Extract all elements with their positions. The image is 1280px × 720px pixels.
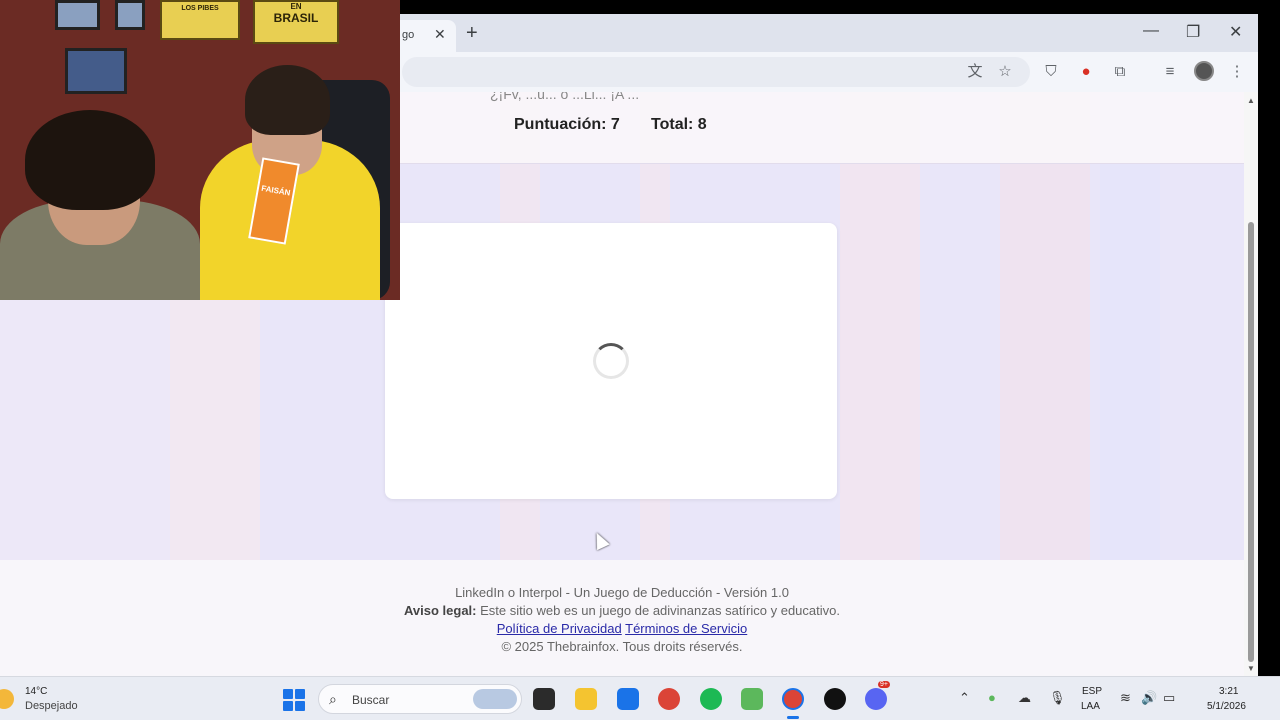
footer-links: Política de Privacidad Términos de Servi… [0,622,1244,635]
taskbar-search[interactable]: ⌕ Buscar [318,684,522,714]
weather-description[interactable]: Despejado [25,700,78,712]
scroll-thumb[interactable] [1248,222,1254,662]
page-scrollbar[interactable]: ▲ ▼ [1244,92,1258,676]
loading-spinner-icon [593,343,629,379]
file-explorer-icon[interactable] [575,688,597,710]
wall-picture [55,0,100,30]
active-tab[interactable]: go ✕ [392,20,456,52]
tab-title: go [402,29,415,41]
wall-picture [115,0,145,30]
poster-left-text: LOS PIBES [181,5,219,12]
chevron-up-icon[interactable]: ⌃ [959,690,970,706]
spotify-icon[interactable] [700,688,722,710]
red-extension-icon[interactable]: ● [1076,62,1096,82]
person-left-hair [25,110,155,210]
media-controls-icon[interactable]: ≡ [1160,62,1180,82]
wall-picture [65,48,127,94]
search-placeholder: Buscar [352,693,390,707]
screen: go ✕ + — ❐ ✕ 文 ☆ ⛉ ● ⧉ ≡ ⋮ ¿¡Fv, ...u...… [0,0,1280,720]
new-tab-button[interactable]: + [466,22,478,45]
search-icon: ⌕ [329,691,337,707]
tab-close-icon[interactable]: ✕ [434,26,446,43]
site-footer: LinkedIn o Interpol - Un Juego de Deducc… [0,560,1244,676]
privacy-link[interactable]: Política de Privacidad [497,621,622,636]
active-app-indicator [787,716,799,719]
restore-button[interactable]: ❐ [1186,22,1200,42]
tray-app-icon[interactable]: ● [988,690,996,705]
taskbar: 14°C Despejado ⌕ Buscar 9+ ⌃ ● ☁ 🎙 ESP L… [0,676,1280,720]
scroll-down-icon[interactable]: ▼ [1247,664,1255,673]
wifi-icon[interactable]: ≋ [1120,690,1131,706]
translate-icon[interactable]: 文 [965,62,985,82]
chrome-active-icon[interactable] [782,688,804,710]
onedrive-icon[interactable]: ☁ [1018,690,1031,706]
terms-link[interactable]: Términos de Servicio [625,621,747,636]
webcam-overlay: LOS PIBES EN BRASIL FAISÁN [0,0,400,300]
question-text: ¿¡Fv, ...u... o ...Li... ¡A ... [490,92,640,102]
poster-right: EN BRASIL [253,0,339,44]
windows-start-icon[interactable] [283,689,305,711]
microphone-icon[interactable]: 🎙 [1049,690,1066,706]
legal-text: Este sitio web es un juego de adivinanza… [476,603,840,618]
clock-date[interactable]: 5/1/2026 [1207,701,1246,712]
search-highlight-art [473,689,517,709]
scroll-up-icon[interactable]: ▲ [1247,96,1255,105]
copyright: © 2025 Thebrainfox. Tous droits réservés… [501,639,743,654]
person-right-hair [245,65,330,135]
puzzle-extensions-icon[interactable]: ⧉ [1110,62,1130,82]
shield-extension-icon[interactable]: ⛉ [1041,62,1061,82]
moon-weather-icon[interactable] [0,689,14,709]
outlook-icon[interactable] [617,688,639,710]
close-window-button[interactable]: ✕ [1229,22,1242,42]
profile-avatar[interactable] [1194,61,1214,81]
chrome-icon[interactable] [658,688,680,710]
total-label: Total: 8 [651,116,707,133]
minimize-button[interactable]: — [1143,22,1159,40]
poster-right-text: BRASIL [273,11,319,25]
obs-icon[interactable] [824,688,846,710]
volume-icon[interactable]: 🔊 [1141,690,1157,706]
battery-icon[interactable]: ▭ [1163,690,1175,706]
discord-icon[interactable] [865,688,887,710]
language-top[interactable]: ESP [1082,686,1102,697]
bluestacks-icon[interactable] [741,688,763,710]
menu-kebab-icon[interactable]: ⋮ [1227,62,1247,82]
discord-notification-badge: 9+ [878,681,890,688]
bookmark-star-icon[interactable]: ☆ [995,62,1015,82]
legal-label: Aviso legal: [404,603,477,618]
weather-temperature[interactable]: 14°C [25,686,47,697]
game-card [385,223,837,499]
task-view-icon[interactable] [533,688,555,710]
footer-title: LinkedIn o Interpol - Un Juego de Deducc… [455,585,789,600]
score-label: Puntuación: 7 [514,116,620,133]
poster-right-top: EN [290,2,302,11]
juice-box-label: FAISÁN [260,183,292,198]
legal-notice: Aviso legal: Este sitio web es un juego … [0,604,1244,617]
address-bar[interactable] [402,57,1030,87]
language-bottom[interactable]: LAA [1081,701,1100,712]
poster-left: LOS PIBES [160,0,240,40]
clock-time[interactable]: 3:21 [1219,686,1238,697]
